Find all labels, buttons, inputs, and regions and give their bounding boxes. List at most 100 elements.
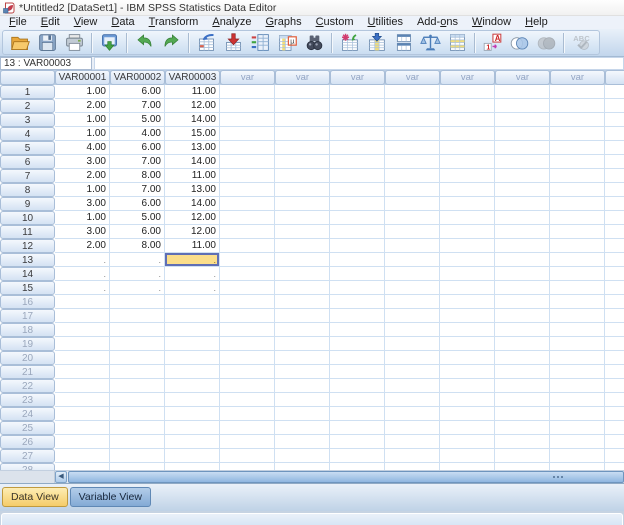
data-cell-11-var00003[interactable]: 12.00 [165,225,220,239]
column-header-var-placeholder[interactable]: var [275,70,330,85]
data-cell-empty[interactable] [605,309,624,323]
data-cell-23-var00001[interactable] [55,393,110,407]
data-cell-empty[interactable] [495,141,550,155]
data-cell-empty[interactable] [550,113,605,127]
menu-transform[interactable]: Transform [142,16,206,29]
data-cell-empty[interactable] [220,365,275,379]
data-cell-empty[interactable] [275,365,330,379]
data-cell-27-var00003[interactable] [165,449,220,463]
data-cell-9-var00002[interactable]: 6.00 [110,197,165,211]
data-cell-empty[interactable] [550,351,605,365]
data-cell-empty[interactable] [440,141,495,155]
data-cell-empty[interactable] [550,141,605,155]
insert-case-button[interactable] [336,31,363,54]
data-cell-empty[interactable] [330,183,385,197]
data-cell-empty[interactable] [220,421,275,435]
data-cell-empty[interactable] [330,169,385,183]
data-cell-empty[interactable] [330,225,385,239]
data-cell-empty[interactable] [330,379,385,393]
data-cell-empty[interactable] [385,225,440,239]
row-header-8[interactable]: 8 [0,183,55,197]
data-cell-28-var00002[interactable] [110,463,165,470]
data-cell-empty[interactable] [220,99,275,113]
data-cell-empty[interactable] [275,281,330,295]
data-cell-empty[interactable] [385,449,440,463]
data-cell-empty[interactable] [495,197,550,211]
data-cell-6-var00003[interactable]: 14.00 [165,155,220,169]
scroll-left-arrow-icon[interactable]: ◀ [55,471,67,483]
data-cell-empty[interactable] [495,393,550,407]
data-cell-6-var00001[interactable]: 3.00 [55,155,110,169]
row-header-22[interactable]: 22 [0,379,55,393]
data-cell-17-var00003[interactable] [165,309,220,323]
data-cell-empty[interactable] [220,267,275,281]
data-cell-4-var00001[interactable]: 1.00 [55,127,110,141]
data-cell-empty[interactable] [275,407,330,421]
data-cell-12-var00002[interactable]: 8.00 [110,239,165,253]
data-cell-empty[interactable] [495,155,550,169]
data-cell-empty[interactable] [330,449,385,463]
data-cell-8-var00001[interactable]: 1.00 [55,183,110,197]
data-cell-24-var00001[interactable] [55,407,110,421]
data-cell-empty[interactable] [495,379,550,393]
data-cell-28-var00003[interactable] [165,463,220,470]
data-cell-empty[interactable] [605,421,624,435]
data-cell-empty[interactable] [220,407,275,421]
data-cell-empty[interactable] [220,323,275,337]
row-header-11[interactable]: 11 [0,225,55,239]
data-cell-empty[interactable] [220,253,275,267]
data-cell-empty[interactable] [605,267,624,281]
data-cell-empty[interactable] [275,449,330,463]
row-header-26[interactable]: 26 [0,435,55,449]
data-cell-empty[interactable] [605,323,624,337]
grid-corner-cell[interactable] [0,70,55,85]
data-cell-empty[interactable] [440,197,495,211]
data-cell-empty[interactable] [330,323,385,337]
column-header-var-placeholder[interactable]: var [495,70,550,85]
data-cell-17-var00002[interactable] [110,309,165,323]
data-cell-empty[interactable] [275,239,330,253]
row-header-16[interactable]: 16 [0,295,55,309]
menu-addons[interactable]: Add-ons [410,16,465,29]
data-cell-7-var00002[interactable]: 8.00 [110,169,165,183]
data-cell-empty[interactable] [330,393,385,407]
data-cell-empty[interactable] [385,267,440,281]
data-cell-empty[interactable] [385,85,440,99]
data-cell-3-var00002[interactable]: 5.00 [110,113,165,127]
data-cell-empty[interactable] [605,85,624,99]
data-cell-empty[interactable] [220,337,275,351]
data-cell-5-var00002[interactable]: 6.00 [110,141,165,155]
row-header-2[interactable]: 2 [0,99,55,113]
data-cell-empty[interactable] [605,197,624,211]
data-cell-empty[interactable] [275,127,330,141]
data-cell-21-var00002[interactable] [110,365,165,379]
data-cell-empty[interactable] [550,267,605,281]
data-cell-empty[interactable] [330,309,385,323]
data-cell-empty[interactable] [440,211,495,225]
data-cell-empty[interactable] [385,141,440,155]
goto-variable-button[interactable] [220,31,247,54]
data-cell-16-var00003[interactable] [165,295,220,309]
row-header-19[interactable]: 19 [0,337,55,351]
data-cell-empty[interactable] [495,169,550,183]
data-cell-empty[interactable] [550,379,605,393]
data-cell-12-var00001[interactable]: 2.00 [55,239,110,253]
data-cell-empty[interactable] [550,295,605,309]
data-cell-empty[interactable] [275,309,330,323]
data-cell-20-var00001[interactable] [55,351,110,365]
cell-editor-field[interactable] [94,57,624,70]
data-cell-empty[interactable] [275,141,330,155]
goto-case-button[interactable] [193,31,220,54]
data-cell-empty[interactable] [495,183,550,197]
data-cell-empty[interactable] [495,323,550,337]
save-button[interactable] [34,31,61,54]
data-cell-empty[interactable] [605,295,624,309]
data-cell-empty[interactable] [385,393,440,407]
data-cell-28-var00001[interactable] [55,463,110,470]
data-cell-empty[interactable] [550,169,605,183]
data-cell-27-var00001[interactable] [55,449,110,463]
data-cell-2-var00002[interactable]: 7.00 [110,99,165,113]
data-cell-empty[interactable] [605,365,624,379]
data-cell-9-var00001[interactable]: 3.00 [55,197,110,211]
data-cell-empty[interactable] [275,85,330,99]
